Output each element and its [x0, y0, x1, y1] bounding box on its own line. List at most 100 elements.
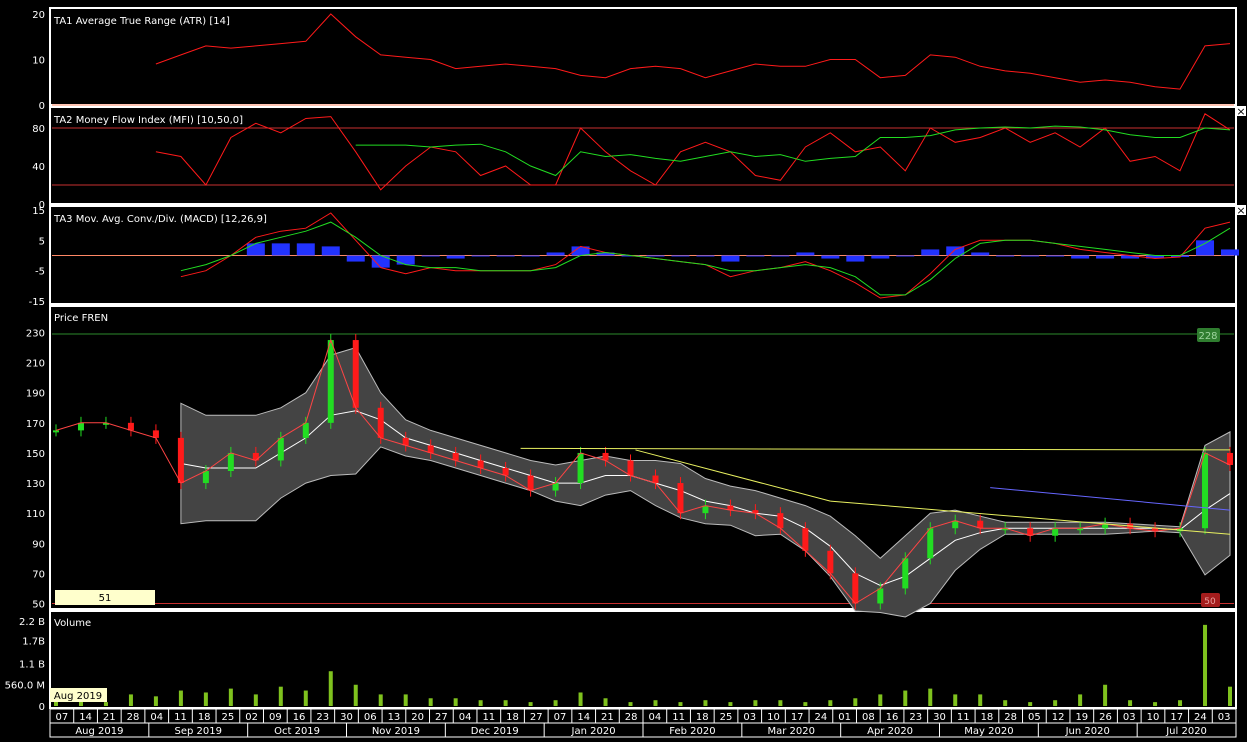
volume-bar [1203, 624, 1208, 706]
candle-body [602, 452, 609, 461]
x-axis-month-label: Dec 2019 [471, 726, 519, 737]
candle-body [177, 437, 184, 484]
candle-body [277, 437, 284, 461]
x-axis-day-label: 27 [530, 712, 543, 723]
x-axis-day-label: 17 [1170, 712, 1183, 723]
x-axis-day-label: 26 [1099, 712, 1112, 723]
volume-bar [1028, 702, 1033, 706]
x-axis-month-label: Feb 2020 [669, 726, 715, 737]
price-tick-label: 150 [26, 449, 45, 460]
macd-histogram-bar [446, 255, 465, 259]
x-axis-month-label: Nov 2019 [372, 726, 420, 737]
volume-bar [253, 694, 258, 706]
price-tick-label: 210 [26, 359, 45, 370]
volume-bar [953, 694, 958, 706]
x-axis-day-label: 13 [388, 712, 401, 723]
volume-bar [1228, 686, 1232, 706]
macd-histogram-bar [246, 243, 265, 256]
volume-bar [153, 696, 158, 706]
volume-bar [828, 700, 833, 706]
volume-bar [978, 694, 983, 706]
candle-body [127, 422, 134, 431]
price-tick-label: 230 [26, 329, 45, 340]
macd-histogram-bar [271, 243, 290, 256]
candle-body [627, 460, 634, 476]
x-axis-day-label: 04 [648, 712, 661, 723]
x-axis-day-label: 30 [340, 712, 353, 723]
candle-body [1202, 452, 1209, 529]
price-tick-label: 70 [32, 569, 45, 580]
macd-histogram-bar [871, 255, 890, 259]
volume-bar [653, 700, 658, 706]
candle-body [302, 422, 309, 438]
volume-title: Volume [54, 618, 91, 629]
x-axis-day-label: 28 [1004, 712, 1017, 723]
x-axis-day-label: 07 [554, 712, 567, 723]
mfi-title: TA2 Money Flow Index (MFI) [10,50,0] [53, 115, 243, 126]
stock-chart[interactable]: 2010080400155-5-152302101901701501301109… [0, 0, 1247, 742]
candle-body [852, 573, 859, 604]
macd-histogram-bar [746, 255, 765, 257]
volume-bar [403, 694, 408, 706]
x-axis-day-label: 14 [79, 712, 92, 723]
candle-body [327, 340, 334, 423]
x-axis-day-label: 23 [316, 712, 329, 723]
x-axis-day-label: 28 [625, 712, 638, 723]
volume-bar [628, 702, 633, 706]
x-axis-day-label: 11 [672, 712, 685, 723]
macd-histogram-bar [996, 255, 1015, 257]
macd-histogram-bar [796, 252, 815, 256]
candle-body [802, 528, 809, 551]
volume-bar [1053, 700, 1058, 706]
volume-tick-label: 0 [39, 702, 45, 713]
macd-histogram-bar [521, 255, 540, 257]
price-tick-label: 50 [32, 599, 45, 610]
price-high-badge-text: 228 [1198, 331, 1217, 342]
volume-bar [553, 700, 558, 706]
x-axis: 07 14 21 28 04 11 18 25 02 09 16 23 30 06 13 20 27 04 11 18… [49, 708, 1237, 738]
volume-bar [328, 671, 333, 706]
atr-title: TA1 Average True Range (ATR) [14] [53, 16, 230, 27]
macd-histogram-bar [1071, 255, 1090, 259]
macd-histogram-bar [696, 255, 715, 257]
x-axis-day-label: 12 [1052, 712, 1065, 723]
volume-bar [1153, 702, 1158, 706]
x-axis-day-label: 23 [909, 712, 922, 723]
candle-body [777, 513, 784, 529]
candle-body [77, 422, 84, 431]
candle-body [877, 588, 884, 604]
mfi-tick-label: 80 [32, 124, 45, 135]
volume-bar [453, 698, 458, 706]
volume-bar [303, 690, 308, 706]
macd-tick-label: 15 [32, 206, 45, 217]
price-tick-label: 170 [26, 419, 45, 430]
x-axis-day-label: 25 [222, 712, 235, 723]
x-axis-day-label: 19 [1075, 712, 1088, 723]
x-axis-day-label: 08 [862, 712, 875, 723]
macd-histogram-bar [846, 255, 865, 262]
volume-bar [878, 694, 883, 706]
x-axis-day-label: 04 [150, 712, 163, 723]
x-axis-month-label: Jan 2020 [571, 726, 616, 737]
candle-body [53, 430, 59, 433]
x-axis-month-label: Jul 2020 [1165, 726, 1207, 737]
x-axis-day-label: 17 [791, 712, 804, 723]
atr-tick-label: 10 [32, 56, 45, 67]
macd-histogram-bar [1096, 255, 1115, 259]
price-low-badge-text: 50 [1204, 597, 1216, 607]
candle-body [202, 471, 209, 484]
x-axis-day-label: 03 [743, 712, 756, 723]
volume-bar [103, 702, 108, 706]
atr-tick-label: 20 [32, 10, 45, 21]
x-axis-day-label: 25 [720, 712, 733, 723]
x-axis-day-label: 14 [577, 712, 590, 723]
x-axis-day-label: 03 [1123, 712, 1136, 723]
macd-histogram-bar [1221, 249, 1239, 256]
x-axis-day-label: 16 [886, 712, 899, 723]
candle-body [677, 483, 684, 514]
x-axis-day-label: 09 [269, 712, 282, 723]
macd-histogram-bar [821, 255, 840, 259]
x-axis-day-label: 11 [957, 712, 970, 723]
candle-body [927, 528, 934, 559]
x-axis-day-label: 01 [838, 712, 851, 723]
